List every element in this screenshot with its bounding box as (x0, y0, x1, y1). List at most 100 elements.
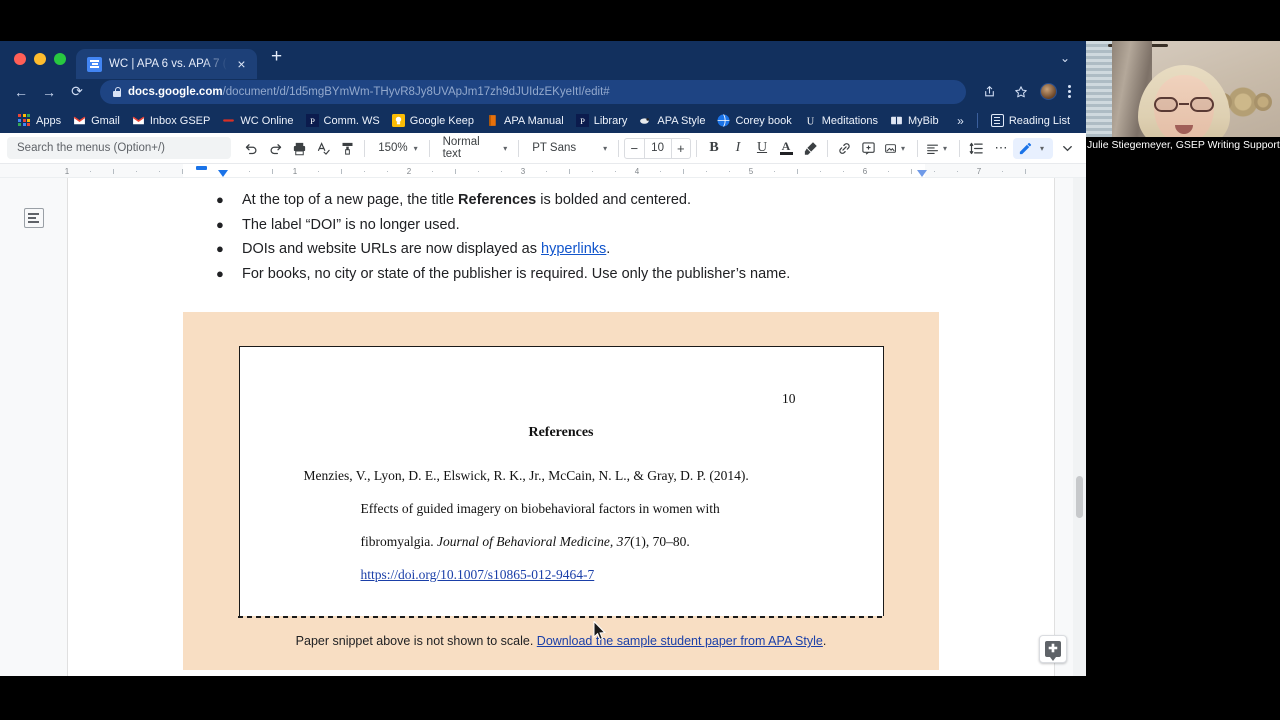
document-page: ● At the top of a new page, the title Re… (68, 178, 1054, 676)
editing-mode-control: ▾ (1012, 136, 1079, 160)
bookmark-apa-manual[interactable]: APA Manual (482, 112, 572, 129)
bookmark-label: MyBib (908, 114, 939, 127)
bookmark-label: APA Style (657, 114, 706, 127)
tab-title: WC | APA 6 vs. APA 7 (Updated (109, 58, 227, 70)
bookmarks-overflow-button[interactable]: » (953, 114, 968, 128)
bookmark-apps[interactable]: Apps (14, 112, 69, 129)
svg-text:P: P (310, 116, 315, 126)
close-window-button[interactable] (14, 53, 26, 65)
divider (976, 113, 978, 128)
font-size-value[interactable]: 10 (643, 138, 672, 158)
ruler-ticks: 1 1 2 3 4 5 6 7 (0, 164, 1086, 178)
chevron-down-icon: ▾ (503, 143, 508, 153)
bookmark-comm-ws[interactable]: P Comm. WS (302, 112, 388, 129)
browser-tab-active[interactable]: WC | APA 6 vs. APA 7 (Updated × (76, 49, 257, 79)
share-icon[interactable] (976, 80, 1002, 104)
bookmark-library[interactable]: P Library (572, 112, 636, 129)
url-path: /document/d/1d5mgBYmWm-THyvR8Jy8UVApJm17… (222, 85, 610, 98)
bookmark-gmail[interactable]: Gmail (69, 112, 128, 129)
doi-link[interactable]: https://doi.org/10.1007/s10865-012-9464-… (361, 567, 595, 582)
line-spacing-icon[interactable] (965, 136, 989, 160)
font-size-decrease-button[interactable]: − (625, 141, 644, 156)
address-bar[interactable]: docs.google.com/document/d/1d5mgBYmWm-TH… (100, 79, 966, 104)
chevron-down-icon[interactable]: ⌄ (1060, 51, 1086, 75)
bookmark-apa-style[interactable]: APA Style (635, 112, 713, 129)
new-tab-button[interactable]: + (271, 47, 282, 66)
webcam-overlay[interactable]: Julie Stiegemeyer, GSEP Writing Support (1086, 41, 1280, 176)
bold-button[interactable]: B (702, 136, 726, 160)
back-button[interactable]: ← (8, 80, 34, 104)
insert-image-icon[interactable]: ▾ (881, 136, 912, 160)
lock-icon (113, 86, 122, 97)
download-sample-paper-link[interactable]: Download the sample student paper from A… (537, 634, 823, 648)
text-color-button[interactable]: A (774, 136, 798, 160)
more-options-icon[interactable]: ⋯ (989, 136, 1013, 160)
undo-icon[interactable] (239, 136, 263, 160)
bookmark-wc-online[interactable]: WC Online (218, 112, 301, 129)
hyperlink[interactable]: hyperlinks (541, 241, 606, 257)
redo-icon[interactable] (263, 136, 287, 160)
reading-list-icon (990, 114, 1004, 127)
font-family-selector[interactable]: PT Sans ▾ (524, 137, 613, 159)
bookmark-corey-book[interactable]: Corey book (713, 112, 799, 129)
ruler-tick: 2 (406, 167, 412, 176)
reload-button[interactable]: ⟳ (64, 80, 90, 104)
print-icon[interactable] (287, 136, 311, 160)
search-input[interactable]: Search the menus (Option+/) (7, 137, 232, 159)
spellcheck-icon[interactable] (311, 136, 335, 160)
document-canvas[interactable]: ● At the top of a new page, the title Re… (0, 178, 1086, 676)
paragraph-style-selector[interactable]: Normal text ▾ (435, 136, 514, 160)
bookmark-mybib[interactable]: MyBib (886, 112, 947, 129)
explore-glyph: ✚ (1045, 641, 1061, 661)
profile-avatar[interactable] (1040, 83, 1057, 100)
align-left-icon[interactable]: ▾ (923, 136, 954, 160)
divider (518, 139, 520, 157)
close-icon[interactable]: × (234, 57, 249, 71)
chevron-down-icon: ▾ (603, 143, 608, 153)
document-outline-icon[interactable] (24, 208, 44, 228)
chevron-down-icon: ▾ (943, 143, 948, 153)
kebab-menu-icon[interactable] (1063, 85, 1076, 98)
reading-list-button[interactable]: Reading List (987, 112, 1078, 129)
bookmark-google-keep[interactable]: Google Keep (388, 112, 482, 129)
star-icon[interactable] (1008, 80, 1034, 104)
text-color-label: A (781, 139, 791, 153)
underline-button[interactable]: U (750, 136, 774, 160)
paper-snippet-block: 10 References Menzies, V., Lyon, D. E., … (183, 312, 939, 670)
ruler-tick: 1 (64, 167, 70, 176)
google-docs-app: Search the menus (Option+/) 150% ▾ Norma… (0, 133, 1086, 676)
scrollbar-track[interactable] (1073, 178, 1086, 676)
list-item-text: For books, no city or state of the publi… (242, 265, 791, 282)
explore-button-icon[interactable]: ✚ (1039, 635, 1067, 663)
minimize-window-button[interactable] (34, 53, 46, 65)
paper-heading: References (528, 425, 594, 440)
forward-button[interactable]: → (36, 80, 62, 104)
chevron-up-icon[interactable] (1055, 136, 1079, 160)
docs-toolbar: Search the menus (Option+/) 150% ▾ Norma… (0, 133, 1086, 164)
bookmark-inbox-gsep[interactable]: Inbox GSEP (128, 112, 219, 129)
zoom-selector[interactable]: 150% ▾ (370, 137, 423, 159)
font-size-stepper[interactable]: − 10 + (624, 137, 692, 159)
left-indent-marker[interactable] (218, 170, 228, 177)
maximize-window-button[interactable] (54, 53, 66, 65)
bookmarks-bar: Apps Gmail Inbox GSEP WC Online P Comm. … (0, 108, 1086, 133)
first-line-indent-marker[interactable] (196, 166, 207, 170)
svg-text:U: U (807, 116, 815, 127)
reference-line-1: Menzies, V., Lyon, D. E., Elswick, R. K.… (303, 468, 749, 483)
link-icon[interactable] (833, 136, 857, 160)
paint-format-icon[interactable] (335, 136, 359, 160)
right-indent-marker[interactable] (917, 170, 927, 177)
list-item-text: The label “DOI” is no longer used. (242, 216, 460, 233)
screen: WC | APA 6 vs. APA 7 (Updated × + ⌄ ← → … (0, 0, 1280, 720)
snippet-caption: Paper snippet above is not shown to scal… (295, 634, 827, 648)
editing-mode-button[interactable]: ▾ (1012, 137, 1053, 159)
bookmark-meditations[interactable]: U Meditations (800, 112, 886, 129)
highlight-pen-icon[interactable] (798, 136, 822, 160)
ruler[interactable]: 1 1 2 3 4 5 6 7 (0, 164, 1086, 178)
add-comment-icon[interactable] (857, 136, 881, 160)
font-size-increase-button[interactable]: + (672, 141, 691, 156)
italic-button[interactable]: I (726, 136, 750, 160)
vertical-scrollbar[interactable] (1076, 476, 1083, 518)
ruler-tick: 5 (748, 167, 754, 176)
journal-title: Journal of Behavioral Medicine, 37 (436, 534, 631, 549)
